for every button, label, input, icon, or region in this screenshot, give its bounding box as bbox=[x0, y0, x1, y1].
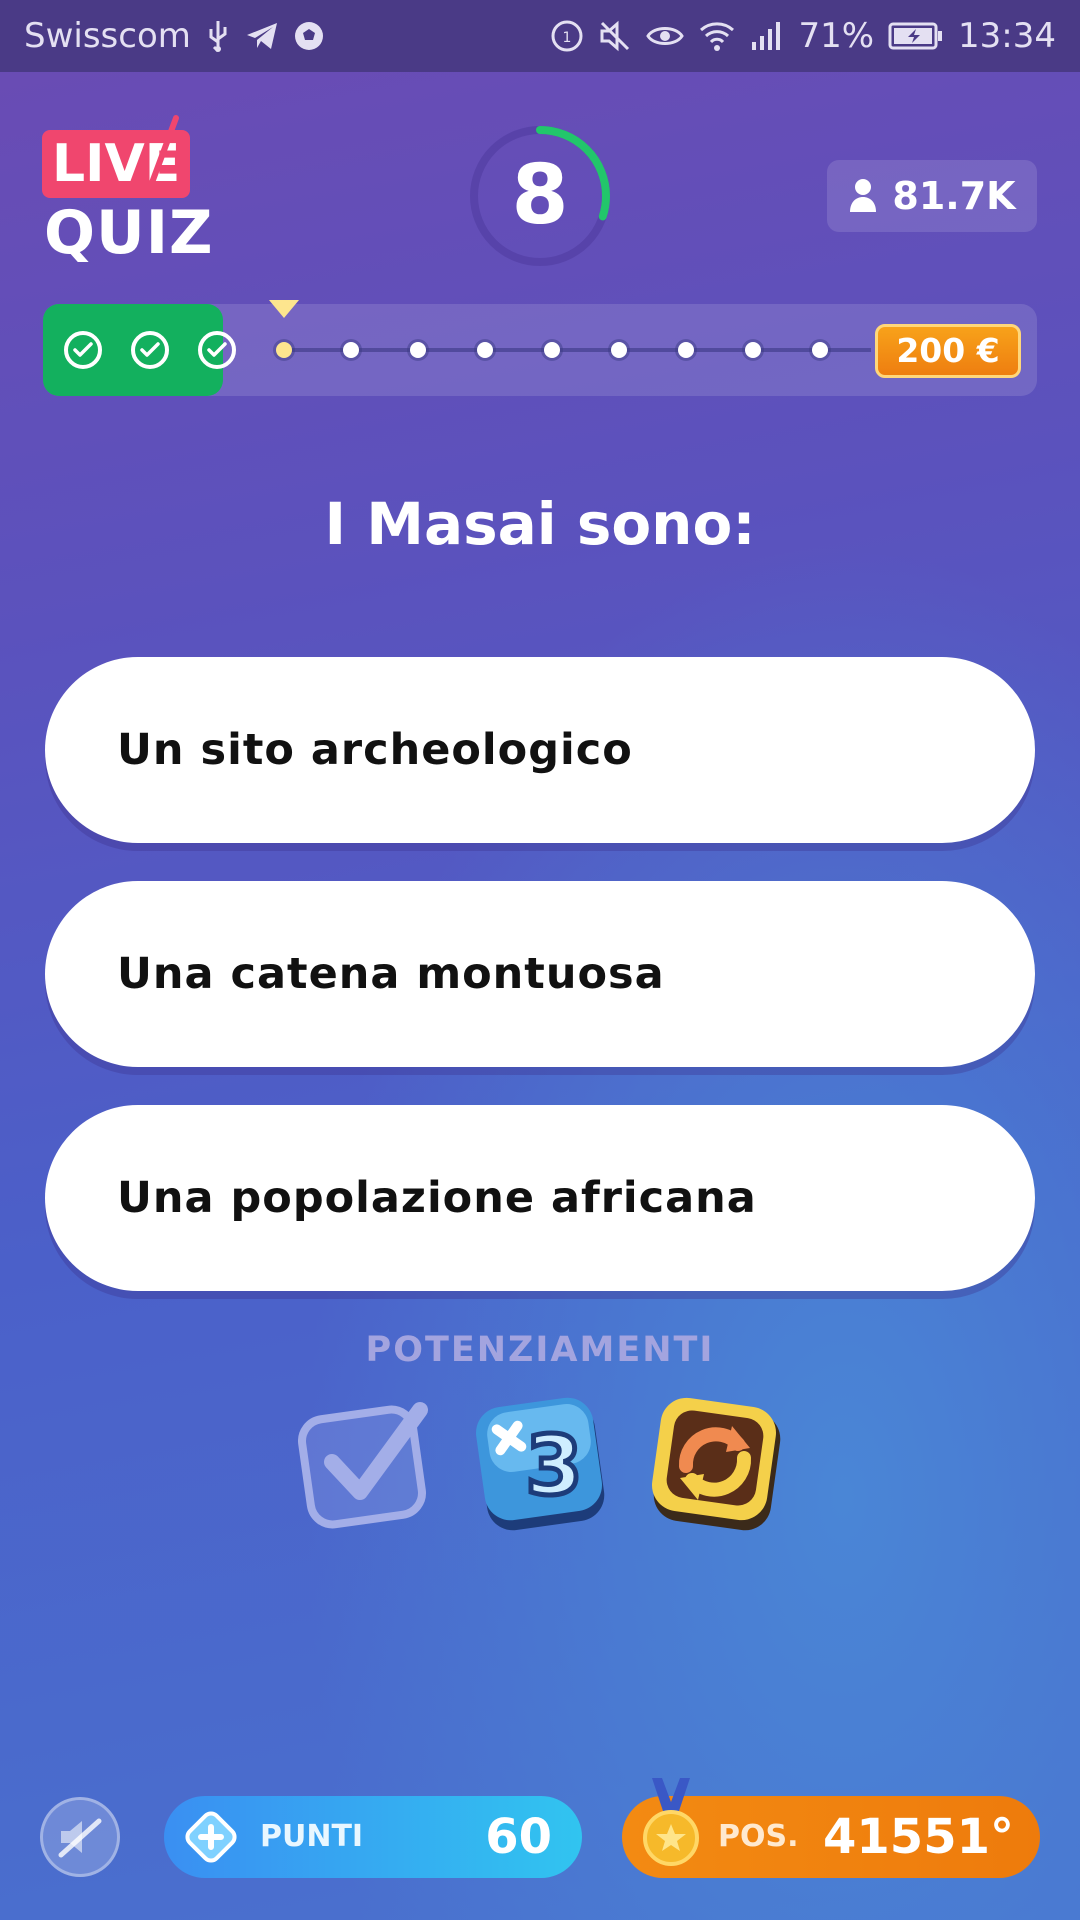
plus-diamond-icon bbox=[185, 1811, 237, 1863]
plus-three-powerup-icon[interactable]: 3 bbox=[472, 1396, 608, 1532]
answer-option-1[interactable]: Un sito archeologico bbox=[45, 657, 1035, 843]
answer-option-2[interactable]: Una catena montuosa bbox=[45, 881, 1035, 1067]
clock: 13:34 bbox=[958, 16, 1056, 56]
viewer-count-badge: 81.7K bbox=[827, 160, 1037, 232]
question-text: I Masai sono: bbox=[324, 490, 756, 558]
logo-quiz-text: QUIZ bbox=[44, 198, 214, 268]
progress-track bbox=[281, 348, 871, 352]
points-badge: PUNTI 60 bbox=[164, 1796, 582, 1878]
mute-icon bbox=[598, 19, 632, 53]
pending-step-dot bbox=[611, 342, 627, 358]
pending-step-dot bbox=[745, 342, 761, 358]
completed-step-check-icon bbox=[131, 331, 169, 369]
current-step-marker-icon bbox=[267, 298, 301, 324]
pending-step-dot bbox=[410, 342, 426, 358]
refresh-powerup-icon[interactable] bbox=[646, 1396, 782, 1532]
prize-badge: 200 € bbox=[875, 324, 1021, 378]
battery-percentage: 71% bbox=[798, 16, 875, 56]
completed-step-check-icon bbox=[64, 331, 102, 369]
medal-icon bbox=[643, 1778, 699, 1866]
pending-step-dot bbox=[812, 342, 828, 358]
logo-tick-icon bbox=[133, 115, 179, 194]
countdown-timer: 8 bbox=[466, 122, 614, 270]
signal-icon bbox=[750, 20, 784, 52]
pending-step-dot bbox=[477, 342, 493, 358]
position-badge: POS. 41551° bbox=[622, 1778, 1040, 1878]
question-progress-bar: 200 € bbox=[43, 300, 1037, 396]
timer-value: 8 bbox=[511, 148, 569, 243]
svg-text:1: 1 bbox=[563, 30, 572, 46]
data-saver-icon: 1 bbox=[550, 19, 584, 53]
powerups-label: POTENZIAMENTI bbox=[365, 1330, 715, 1370]
current-step-dot bbox=[276, 342, 292, 358]
mute-sound-button[interactable] bbox=[40, 1797, 120, 1877]
usb-icon bbox=[205, 19, 231, 53]
live-quiz-logo: LIVE QUIZ bbox=[42, 115, 214, 270]
speaker-muted-icon bbox=[58, 1818, 102, 1858]
viewer-count: 81.7K bbox=[892, 174, 1016, 218]
eye-icon bbox=[646, 22, 685, 50]
answer-option-3[interactable]: Una popolazione africana bbox=[45, 1105, 1035, 1291]
svg-text:3: 3 bbox=[525, 1419, 582, 1514]
points-label: PUNTI bbox=[260, 1819, 364, 1854]
wifi-icon bbox=[698, 20, 736, 52]
soccer-ball-icon bbox=[293, 20, 325, 52]
check-powerup-icon[interactable] bbox=[298, 1396, 434, 1532]
battery-icon bbox=[888, 22, 944, 50]
carrier-name: Swisscom bbox=[24, 16, 191, 56]
points-value: 60 bbox=[485, 1809, 552, 1865]
person-icon bbox=[850, 179, 877, 212]
pending-step-dot bbox=[678, 342, 694, 358]
position-label: POS. bbox=[718, 1819, 799, 1854]
completed-step-check-icon bbox=[198, 331, 236, 369]
position-value: 41551° bbox=[823, 1809, 1014, 1865]
status-bar: Swisscom 1 71% 13:34 bbox=[0, 0, 1080, 72]
pending-step-dot bbox=[343, 342, 359, 358]
telegram-icon bbox=[245, 21, 279, 51]
pending-step-dot bbox=[544, 342, 560, 358]
